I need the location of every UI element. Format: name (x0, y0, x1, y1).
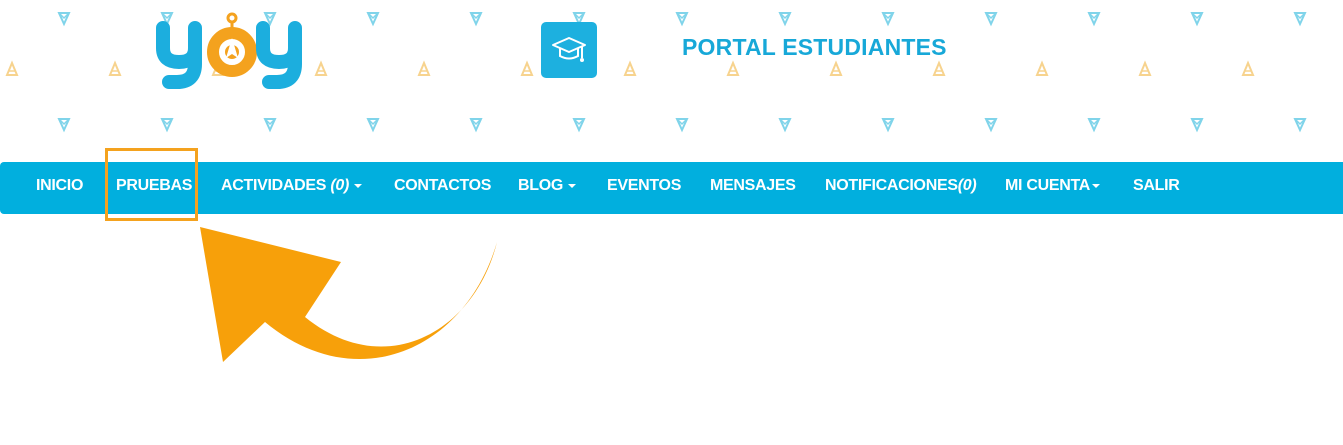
nav-item-label: BLOG (518, 177, 564, 194)
actividades-count: (0) (330, 177, 349, 194)
curved-arrow-icon (200, 227, 497, 362)
notificaciones-count: (0) (957, 177, 977, 194)
nav-item-label: NOTIFICACIONES (825, 177, 958, 194)
chevron-down-icon (568, 183, 577, 188)
nav-item-label: INICIO (36, 177, 84, 194)
nav-item-notificaciones[interactable]: NOTIFICACIONES(0) (825, 162, 977, 214)
nav-item-label: MENSAJES (710, 177, 796, 194)
nav-item-label: EVENTOS (607, 177, 682, 194)
graduation-cap-tile (541, 22, 597, 78)
nav-item-label: SALIR (1133, 177, 1180, 194)
chevron-down-icon (353, 183, 362, 188)
nav-item-label: MI CUENTA (1005, 177, 1090, 194)
nav-item-label: ACTIVIDADES (221, 177, 331, 194)
nav-item-label: CONTACTOS (394, 177, 492, 194)
nav-item-actividades[interactable]: ACTIVIDADES (0) (221, 162, 362, 214)
nav-item-salir[interactable]: SALIR (1133, 162, 1180, 214)
nav-item-mensajes[interactable]: MENSAJES (710, 162, 796, 214)
nav-item-blog[interactable]: BLOG (518, 162, 577, 214)
nav-item-mi-cuenta[interactable]: MI CUENTA (1005, 162, 1100, 214)
main-nav: INICIO PRUEBAS ACTIVIDADES (0) CONTACTOS… (0, 162, 1343, 214)
header-banner: PORTAL ESTUDIANTES (0, 0, 1343, 162)
portal-title: PORTAL ESTUDIANTES (682, 34, 947, 60)
nav-item-eventos[interactable]: EVENTOS (607, 162, 681, 214)
nav-item-contactos[interactable]: CONTACTOS (394, 162, 491, 214)
nav-item-inicio[interactable]: INICIO (36, 162, 83, 214)
yoy-logo[interactable] (155, 8, 305, 93)
highlight-box-pruebas (105, 148, 198, 221)
chevron-down-icon (1092, 183, 1100, 188)
graduation-cap-icon (552, 37, 586, 62)
